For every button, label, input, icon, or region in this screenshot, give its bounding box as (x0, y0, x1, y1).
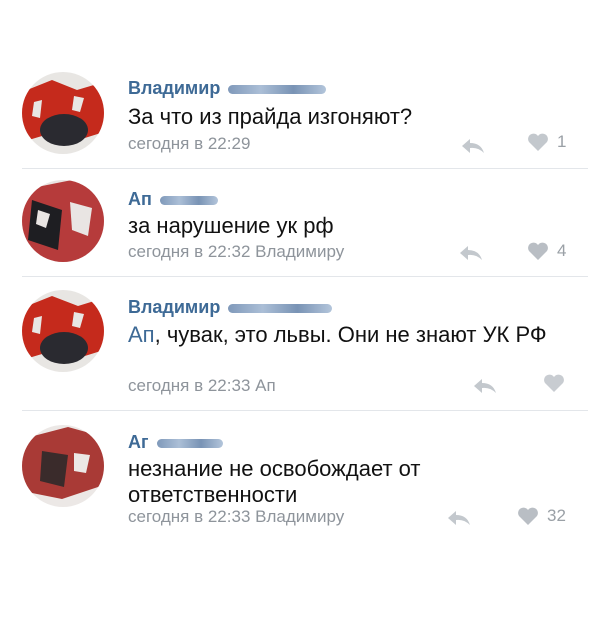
reply-arrow-icon[interactable] (460, 137, 486, 155)
comment-divider (22, 168, 588, 169)
comment-author[interactable]: Аг (128, 432, 223, 453)
like-button[interactable]: 4 (527, 240, 566, 262)
like-button[interactable] (543, 372, 573, 394)
heart-icon (528, 242, 548, 260)
reply-arrow-icon[interactable] (472, 377, 498, 395)
comments-feed: Владимир За что из прайда изгоняют? сего… (0, 0, 600, 626)
comment-text: За что из прайда изгоняют? (128, 104, 568, 130)
comment-time[interactable]: сегодня в 22:32 (128, 242, 250, 261)
redacted-surname (156, 438, 223, 448)
reply-to-name[interactable]: Ап (255, 376, 276, 395)
comment-time[interactable]: сегодня в 22:33 (128, 507, 250, 526)
comment-author[interactable]: Владимир (128, 78, 327, 99)
reply-to-name[interactable]: Владимиру (255, 507, 344, 526)
comment-meta: сегодня в 22:33 Владимиру (128, 507, 344, 527)
redacted-surname (228, 84, 327, 94)
author-name[interactable]: Владимир (128, 78, 220, 98)
like-button[interactable]: 32 (517, 505, 566, 527)
reply-arrow-icon[interactable] (458, 244, 484, 262)
comment-meta: сегодня в 22:32 Владимиру (128, 242, 344, 262)
like-count: 32 (547, 506, 566, 525)
avatar[interactable] (22, 290, 104, 372)
like-count: 4 (557, 241, 567, 260)
comment-time[interactable]: сегодня в 22:33 (128, 376, 250, 395)
avatar[interactable] (22, 72, 104, 154)
comment-divider (22, 410, 588, 411)
like-count: 1 (557, 132, 567, 151)
avatar[interactable] (22, 425, 104, 507)
author-name[interactable]: Ап (128, 189, 152, 209)
comment-text: Ап, чувак, это львы. Они не знают УК РФ (128, 322, 558, 348)
author-name[interactable]: Аг (128, 432, 149, 452)
reply-to-name[interactable]: Владимиру (255, 242, 344, 261)
redacted-surname (159, 195, 218, 205)
comment-time[interactable]: сегодня в 22:29 (128, 134, 250, 153)
like-button[interactable]: 1 (527, 131, 566, 153)
comment-divider (22, 276, 588, 277)
comment-meta: сегодня в 22:29 (128, 134, 250, 154)
comment-text-body: За что из прайда изгоняют? (128, 104, 413, 129)
comment-text: незнание не освобождает от ответственнос… (128, 456, 528, 508)
avatar[interactable] (22, 180, 104, 262)
comment-text-body: за нарушение ук рф (128, 213, 334, 238)
comment-text-body: , чувак, это львы. Они не знают УК РФ (154, 322, 547, 347)
comment-meta: сегодня в 22:33 Ап (128, 376, 276, 396)
author-name[interactable]: Владимир (128, 297, 220, 317)
heart-icon (518, 507, 538, 525)
mention-link[interactable]: Ап (128, 322, 155, 347)
redacted-surname (228, 303, 333, 313)
comment-author[interactable]: Ап (128, 189, 218, 210)
heart-icon (528, 133, 548, 151)
comment-author[interactable]: Владимир (128, 297, 333, 318)
heart-icon (544, 374, 564, 392)
reply-arrow-icon[interactable] (446, 509, 472, 527)
comment-text: за нарушение ук рф (128, 213, 568, 239)
comment-text-body: незнание не освобождает от ответственнос… (128, 456, 421, 507)
